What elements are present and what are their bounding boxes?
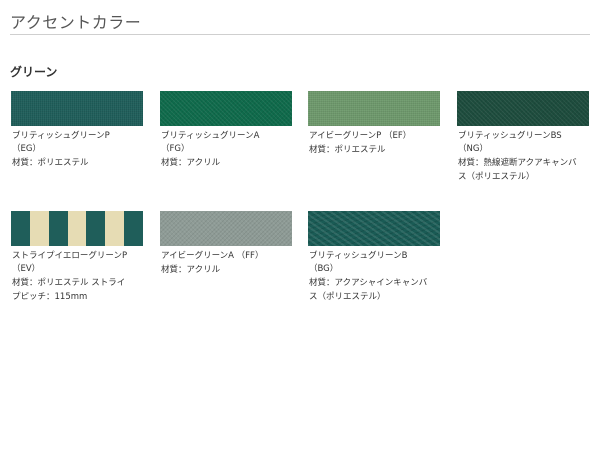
swatch-card-ev[interactable]: ストライプイエローグリーンP （EV） 材質：ポリエステル ストライ プピッチ：… bbox=[11, 211, 143, 304]
section-heading-green: グリーン bbox=[10, 65, 58, 79]
swatch-card-eg[interactable]: ブリティッシュグリーンP （EG） 材質：ポリエステル bbox=[11, 91, 143, 170]
swatch-material: 材質：ポリエステル ストライ プピッチ：115mm bbox=[12, 278, 126, 302]
swatch-image-ef[interactable] bbox=[308, 91, 440, 126]
title-divider bbox=[10, 34, 590, 35]
swatch-material: 材質：熱線遮断アクアキャンバ ス（ポリエステル） bbox=[458, 158, 577, 182]
page-title: アクセントカラー bbox=[10, 13, 142, 32]
swatch-card-ng[interactable]: ブリティッシュグリーンBS （NG） 材質：熱線遮断アクアキャンバ ス（ポリエス… bbox=[457, 91, 589, 184]
swatch-material: 材質：ポリエステル bbox=[12, 158, 89, 168]
swatch-material: 材質：アクリル bbox=[161, 265, 221, 275]
swatch-material: 材質：ポリエステル bbox=[309, 145, 386, 155]
stripe-band bbox=[29, 211, 49, 246]
swatch-image-ng[interactable] bbox=[457, 91, 589, 126]
stripe-band bbox=[67, 211, 87, 246]
stripe-band bbox=[48, 211, 68, 246]
swatch-card-ef[interactable]: アイビーグリーンP （EF） 材質：ポリエステル bbox=[308, 91, 440, 157]
swatch-material: 材質：アクアシャインキャンバ ス（ポリエステル） bbox=[309, 278, 428, 302]
swatch-name: アイビーグリーンA （FF） bbox=[161, 251, 264, 261]
swatch-image-eg[interactable] bbox=[11, 91, 143, 126]
swatch-name: アイビーグリーンP （EF） bbox=[309, 131, 412, 141]
stripe-band bbox=[105, 211, 125, 246]
swatch-image-ff[interactable] bbox=[160, 211, 292, 246]
swatch-card-bg[interactable]: ブリティッシュグリーンB （BG） 材質：アクアシャインキャンバ ス（ポリエステ… bbox=[308, 211, 440, 304]
stripe-band bbox=[11, 211, 30, 246]
swatch-image-fg[interactable] bbox=[160, 91, 292, 126]
swatch-name: ストライプイエローグリーンP （EV） bbox=[12, 251, 128, 274]
stripe-band bbox=[124, 211, 143, 246]
swatch-name: ブリティッシュグリーンP （EG） bbox=[12, 131, 110, 154]
swatch-image-ev[interactable] bbox=[11, 211, 143, 246]
swatch-name: ブリティッシュグリーンA （FG） bbox=[161, 131, 260, 154]
swatch-image-bg[interactable] bbox=[308, 211, 440, 246]
swatch-material: 材質：アクリル bbox=[161, 158, 221, 168]
swatch-name: ブリティッシュグリーンBS （NG） bbox=[458, 131, 562, 154]
stripe-band bbox=[86, 211, 106, 246]
swatch-card-fg[interactable]: ブリティッシュグリーンA （FG） 材質：アクリル bbox=[160, 91, 292, 170]
swatch-card-ff[interactable]: アイビーグリーンA （FF） 材質：アクリル bbox=[160, 211, 292, 277]
swatch-name: ブリティッシュグリーンB （BG） bbox=[309, 251, 408, 274]
